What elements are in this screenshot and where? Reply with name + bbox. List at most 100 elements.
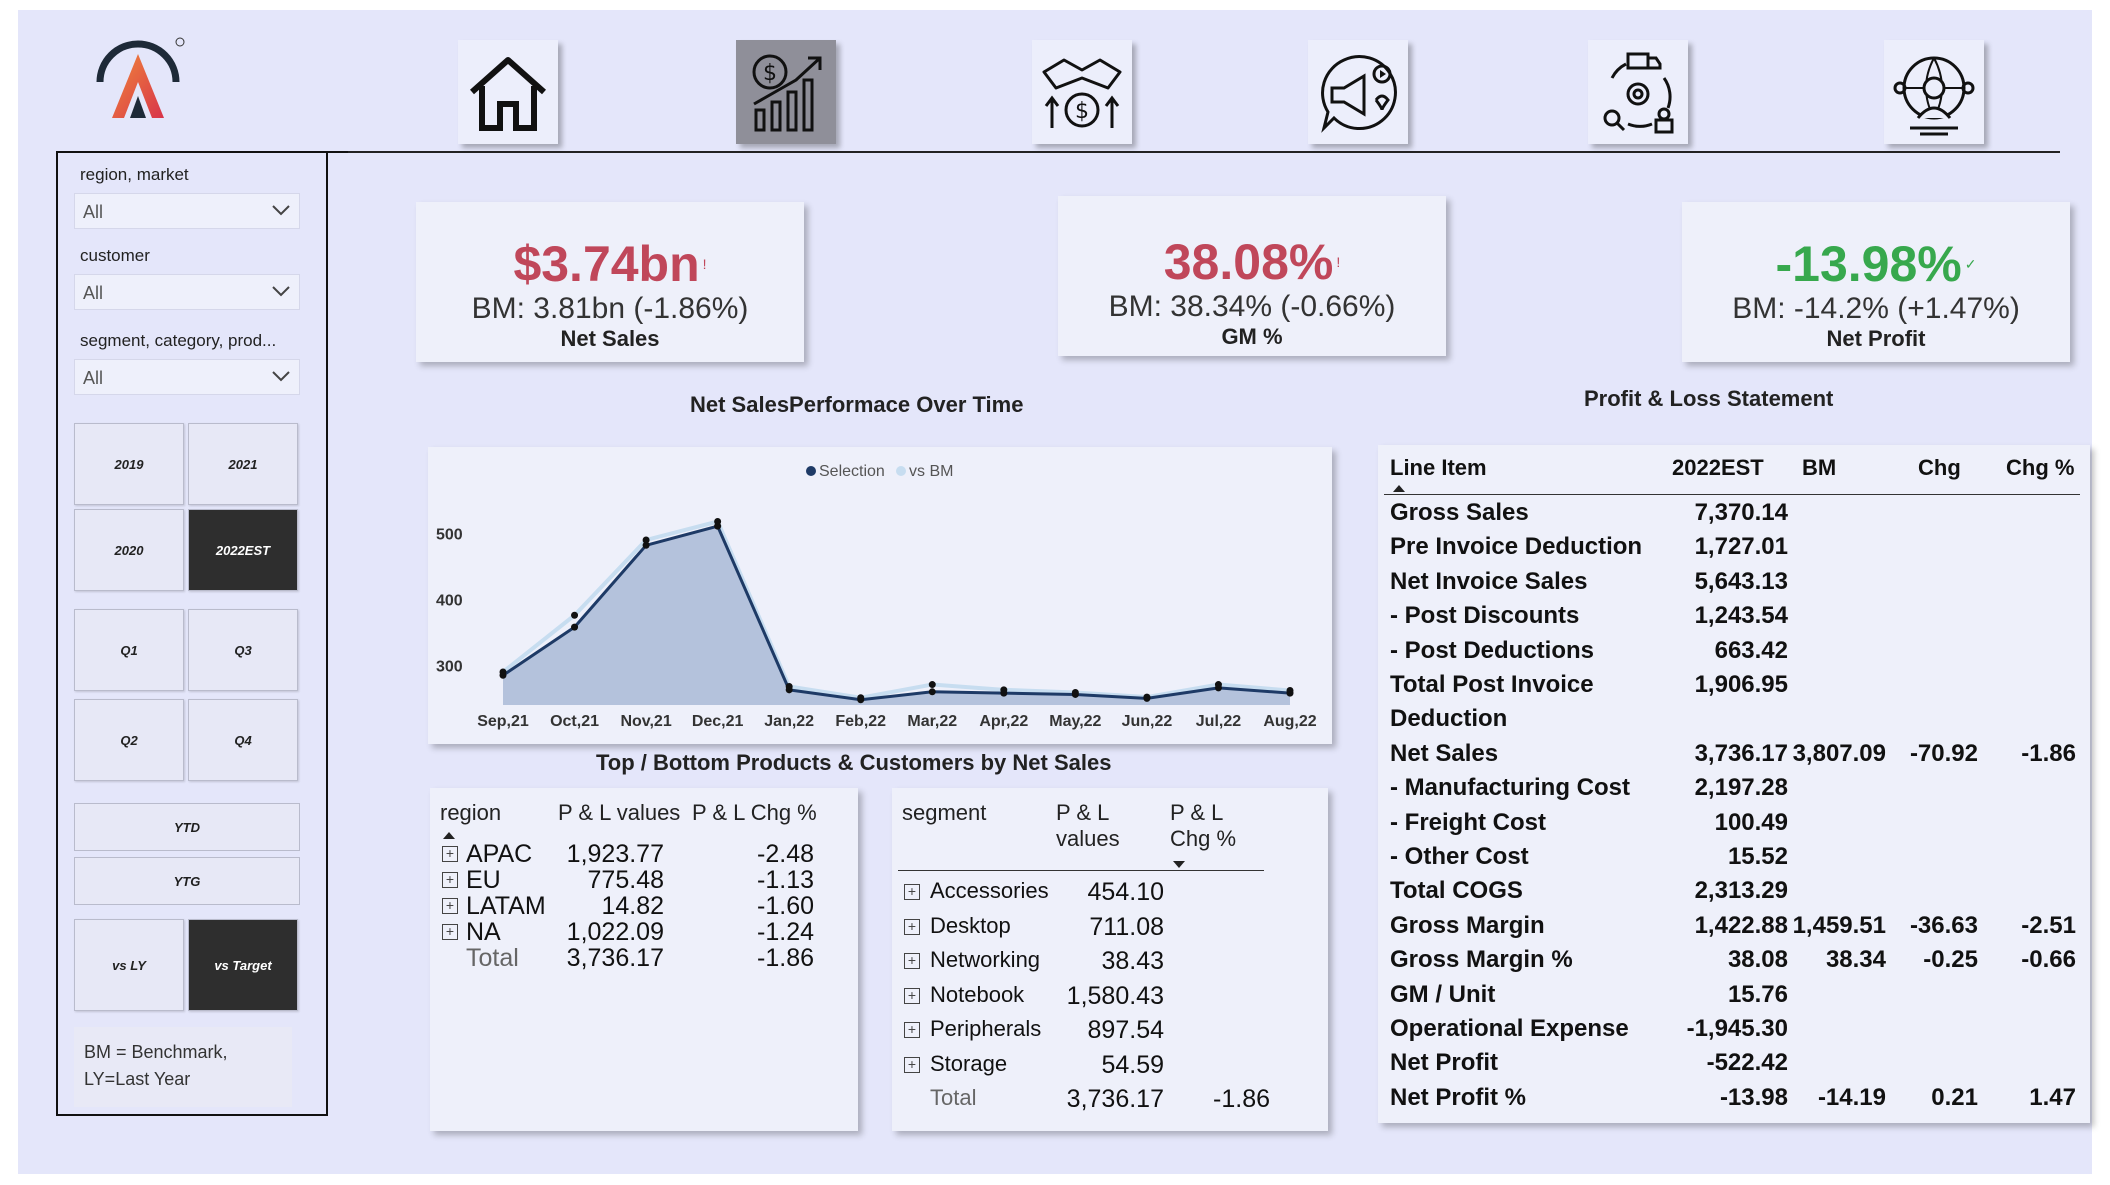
pl-line-item: Operational Expense	[1390, 1015, 1629, 1042]
net-sales-value: $3.74bn!	[513, 236, 707, 292]
expand-row-icon[interactable]: +	[904, 884, 920, 900]
bm-point[interactable]	[1071, 688, 1079, 696]
pl-chg-header[interactable]: Chg	[1918, 455, 1961, 481]
vs-ly-button[interactable]: vs LY	[74, 919, 184, 1011]
sort-asc-icon	[443, 832, 455, 839]
year-2021-button[interactable]: 2021	[188, 423, 298, 505]
quarter-q4-button[interactable]: Q4	[188, 699, 298, 781]
segment-slicer-label: segment, category, prod...	[80, 331, 277, 350]
expand-row-icon[interactable]: +	[904, 987, 920, 1004]
expand-row-icon[interactable]: +	[442, 898, 458, 914]
pl-bm-value: 1,459.51	[1792, 911, 1886, 939]
pl-chg-pct-header[interactable]: Chg %	[2006, 455, 2074, 481]
pl-row: Net Invoice Sales 5,643.13	[1378, 568, 2090, 602]
pl-row: - Other Cost 15.52	[1378, 843, 2090, 877]
svg-text:$: $	[1075, 99, 1089, 124]
pl-line-item: Gross Sales	[1390, 499, 1529, 526]
expand-row-icon[interactable]: +	[904, 953, 920, 969]
bm-point[interactable]	[714, 518, 722, 526]
pl-row: Pre Invoice Deduction 1,727.01	[1378, 533, 2090, 567]
ytg-button[interactable]: YTG	[74, 857, 300, 905]
pl-line-item: Pre Invoice Deduction	[1390, 533, 1643, 561]
nav-home-button[interactable]	[458, 40, 558, 144]
pl-row: Gross Margin 1,422.88 1,459.51 -36.63 -2.51	[1378, 912, 2090, 946]
bm-point[interactable]	[499, 668, 507, 676]
nav-sales-button[interactable]: $	[1032, 40, 1132, 144]
pl-bm-header[interactable]: BM	[1802, 455, 1836, 481]
pl-2022est-value: 3,736.17	[1694, 739, 1788, 767]
expand-row-icon[interactable]: +	[904, 1056, 920, 1073]
svg-text:$: $	[763, 61, 777, 86]
region-slicer-dropdown[interactable]: All	[74, 193, 300, 229]
expand-row-icon[interactable]: +	[904, 918, 920, 935]
handshake-dollar-icon: $	[1042, 58, 1122, 128]
bm-point[interactable]	[857, 694, 865, 702]
customer-slicer-dropdown[interactable]: All	[74, 274, 300, 310]
quarter-q3-button[interactable]: Q3	[188, 609, 298, 691]
ytd-button[interactable]: YTD	[74, 803, 300, 851]
pl-bm-value: -14.19	[1817, 1083, 1886, 1111]
region-col-header[interactable]: region	[440, 800, 501, 826]
nav-finance-button[interactable]: $	[736, 40, 836, 144]
bm-point[interactable]	[1286, 686, 1294, 694]
bm-point[interactable]	[571, 611, 579, 619]
region-total-value: 3,736.17	[566, 944, 664, 972]
expand-row-icon[interactable]: +	[904, 1022, 920, 1038]
segment-total-value: 3,736.17	[1066, 1085, 1164, 1113]
vs-target-button[interactable]: vs Target	[188, 919, 298, 1011]
sort-asc-icon	[1393, 485, 1405, 492]
region-chg: -1.60	[757, 892, 814, 920]
region-chg: -1.13	[757, 866, 814, 894]
segment-value: 711.08	[1089, 912, 1164, 941]
top-bottom-title: Top / Bottom Products & Customers by Net…	[596, 750, 1112, 775]
segment-name: Notebook	[930, 981, 1025, 1007]
pl-2022est-value: 100.49	[1714, 808, 1788, 836]
pl-line-item: Net Sales	[1390, 739, 1499, 767]
x-tick-label: Dec,21	[692, 713, 744, 730]
nav-executive-button[interactable]	[1884, 40, 1984, 144]
expand-row-icon[interactable]: +	[442, 872, 458, 888]
pl-chg-col-header[interactable]: P & L Chg %	[1170, 800, 1236, 852]
selection-point[interactable]	[928, 688, 936, 696]
year-2022est-button[interactable]: 2022EST	[188, 509, 298, 591]
net-sales-benchmark: BM: 3.81bn (-1.86%)	[471, 292, 749, 325]
bm-point[interactable]	[1214, 681, 1222, 689]
pl-2022est-value: 1,422.88	[1694, 911, 1788, 939]
pl-2022est-header[interactable]: 2022EST	[1672, 455, 1764, 481]
quarter-q1-button[interactable]: Q1	[74, 609, 184, 691]
segment-col-header[interactable]: segment	[902, 800, 986, 826]
pl-chg-pct-value: -2.51	[2021, 911, 2076, 939]
bm-point[interactable]	[1143, 693, 1151, 701]
segment-slicer-dropdown[interactable]: All	[74, 359, 300, 395]
bm-point[interactable]	[1000, 686, 1008, 694]
x-tick-label: Apr,22	[979, 713, 1028, 730]
segment-name: Accessories	[930, 878, 1049, 903]
year-2019-button[interactable]: 2019	[74, 423, 184, 505]
chart-title: Net SalesPerformace Over Time	[690, 392, 1024, 417]
chevron-down-icon	[272, 286, 290, 297]
year-2020-button[interactable]: 2020	[74, 509, 184, 591]
gm-value: 38.08%!	[1163, 234, 1341, 290]
bm-point[interactable]	[928, 681, 936, 689]
selection-point[interactable]	[571, 623, 579, 631]
nav-marketing-button[interactable]	[1308, 40, 1408, 144]
expand-row-icon[interactable]: +	[442, 924, 458, 940]
series-selection-area	[503, 526, 1290, 705]
chevron-down-icon	[272, 371, 290, 382]
dashboard-canvas: $ $ region, market All customer All segm…	[18, 10, 2092, 1174]
pl-values-col-header[interactable]: P & Lvalues	[1056, 800, 1120, 852]
pl-values-col-header[interactable]: P & L values	[558, 800, 680, 826]
bm-point[interactable]	[785, 683, 793, 691]
segment-table: segment P & Lvalues P & L Chg % + Accessor…	[892, 788, 1328, 1131]
nav-supply-chain-button[interactable]	[1588, 40, 1688, 144]
region-chg: -1.24	[757, 918, 814, 946]
bm-point[interactable]	[642, 536, 650, 544]
header-divider	[898, 870, 1264, 871]
x-tick-label: Jun,22	[1122, 713, 1173, 730]
pl-2022est-value: 2,197.28	[1694, 774, 1788, 802]
expand-row-icon[interactable]: +	[442, 846, 458, 862]
pl-chg-col-header[interactable]: P & L Chg %	[692, 800, 817, 826]
x-tick-label: Sep,21	[477, 713, 529, 730]
quarter-q2-button[interactable]: Q2	[74, 699, 184, 781]
pl-line-item-header[interactable]: Line Item	[1390, 455, 1487, 481]
